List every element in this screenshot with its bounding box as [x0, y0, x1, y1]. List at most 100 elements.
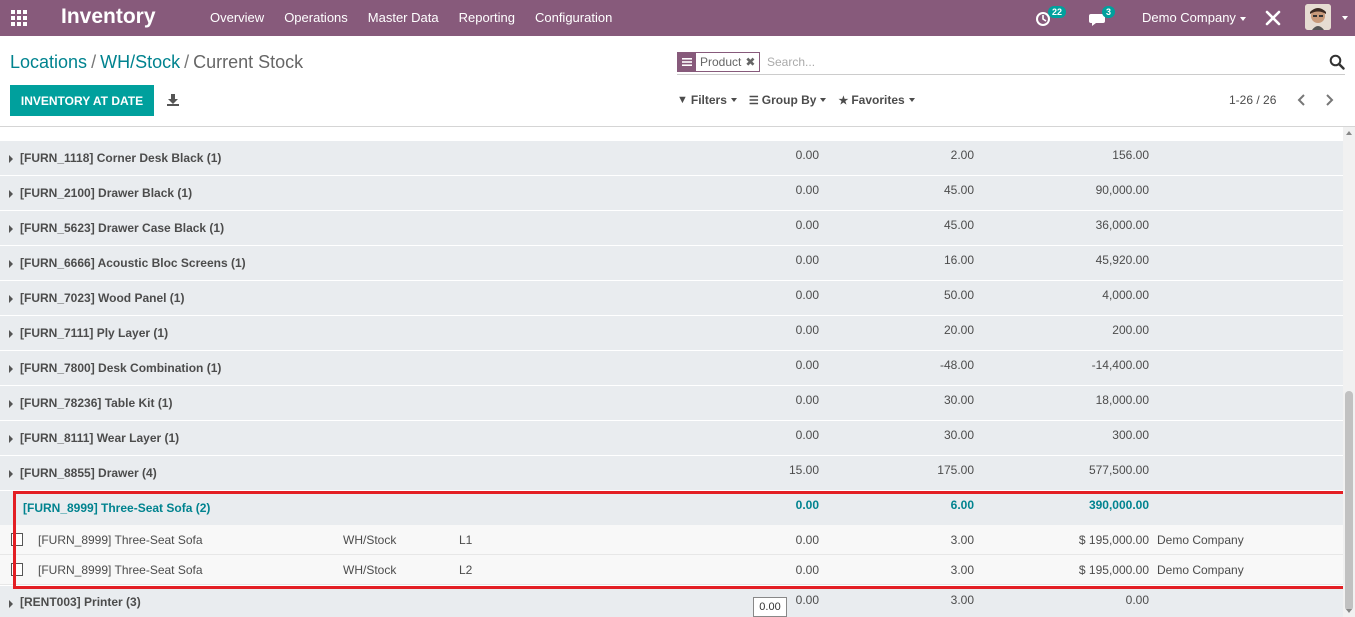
apps-grid-icon[interactable] [10, 9, 28, 27]
user-avatar[interactable] [1305, 4, 1331, 30]
menu-overview[interactable]: Overview [200, 0, 274, 36]
table-row[interactable]: [FURN_8999] Three-Seat Sofa WH/Stock L1 … [0, 525, 1343, 555]
group-quantity: -48.00 [939, 358, 974, 372]
filters-label: Filters [690, 93, 727, 107]
group-reserved: 0.00 [795, 393, 819, 407]
caret-right-icon [9, 470, 13, 478]
cell-company: Demo Company [1157, 563, 1244, 577]
favorites-label: Favorites [851, 93, 905, 107]
group-row[interactable]: [RENT003] Printer (3) 0.00 3.00 0.00 [0, 586, 1343, 617]
group-label: [FURN_1118] Corner Desk Black (1) [20, 151, 222, 165]
chevron-down-icon [730, 98, 737, 102]
group-reserved: 0.00 [795, 253, 819, 267]
cell-location: WH/Stock [343, 563, 397, 577]
chevron-down-icon [908, 98, 915, 102]
group-reserved: 0.00 [795, 218, 819, 232]
group-label: [FURN_7800] Desk Combination (1) [20, 361, 222, 375]
group-quantity: 45.00 [943, 183, 974, 197]
chat-badge: 3 [1102, 6, 1116, 18]
scrollbar-thumb[interactable] [1345, 391, 1353, 611]
breadcrumb-locations[interactable]: Locations [10, 52, 87, 72]
facet-label: Product [700, 55, 742, 69]
group-by-icon [678, 53, 696, 71]
caret-right-icon [9, 330, 13, 338]
group-value: 0.00 [1125, 593, 1149, 607]
group-label: [FURN_78236] Table Kit (1) [20, 396, 173, 410]
group-label: [FURN_8855] Drawer (4) [20, 466, 157, 480]
group-quantity: 30.00 [943, 428, 974, 442]
search-options: ▼ Filters ☰ Group By ★ Favorites [677, 93, 927, 107]
scroll-down-icon[interactable] [1346, 609, 1352, 613]
group-row-open[interactable]: [FURN_8999] Three-Seat Sofa (2) 0.00 6.0… [0, 491, 1343, 526]
group-value: 36,000.00 [1095, 218, 1149, 232]
group-row[interactable]: [FURN_7023] Wood Panel (1) 0.00 50.00 4,… [0, 281, 1343, 316]
download-icon[interactable] [166, 93, 180, 107]
caret-right-icon [9, 225, 13, 233]
facet-remove-icon[interactable]: ✖ [745, 55, 759, 69]
chevron-right-icon[interactable] [1321, 92, 1337, 108]
group-reserved: 0.00 [795, 288, 819, 302]
pager-value[interactable]: 1-26 / 26 [1229, 93, 1276, 107]
avatar-image [1305, 4, 1331, 30]
menu-configuration[interactable]: Configuration [525, 0, 622, 36]
group-value: 18,000.00 [1095, 393, 1149, 407]
group-row[interactable]: [FURN_7800] Desk Combination (1) 0.00 -4… [0, 351, 1343, 386]
list-icon: ☰ [748, 94, 759, 107]
cell-reserved: 0.00 [795, 563, 819, 577]
cell-reserved: 0.00 [795, 533, 819, 547]
group-reserved: 0.00 [795, 593, 819, 607]
row-checkbox[interactable] [11, 533, 23, 546]
chevron-down-icon [1239, 16, 1246, 21]
vertical-scrollbar[interactable] [1343, 127, 1355, 617]
group-label: [FURN_8111] Wear Layer (1) [20, 431, 180, 445]
group-row[interactable]: [FURN_1118] Corner Desk Black (1) 0.00 2… [0, 141, 1343, 176]
group-row[interactable]: [FURN_7111] Ply Layer (1) 0.00 20.00 200… [0, 316, 1343, 351]
group-reserved: 0.00 [795, 428, 819, 442]
top-navbar: Inventory Overview Operations Master Dat… [0, 0, 1355, 36]
scroll-up-icon[interactable] [1346, 131, 1352, 135]
group-value: -14,400.00 [1091, 358, 1149, 372]
breadcrumb-wh-stock[interactable]: WH/Stock [100, 52, 180, 72]
group-value: 4,000.00 [1102, 288, 1149, 302]
group-quantity: 45.00 [943, 218, 974, 232]
caret-right-icon [9, 295, 13, 303]
group-row[interactable]: [FURN_5623] Drawer Case Black (1) 0.00 4… [0, 211, 1343, 246]
group-row[interactable]: [FURN_78236] Table Kit (1) 0.00 30.00 18… [0, 386, 1343, 421]
caret-right-icon [9, 435, 13, 443]
row-checkbox[interactable] [11, 563, 23, 576]
group-row[interactable]: [FURN_8855] Drawer (4) 15.00 175.00 577,… [0, 456, 1343, 491]
cell-quantity: 3.00 [950, 533, 974, 547]
group-value: 90,000.00 [1095, 183, 1149, 197]
table-row[interactable]: [FURN_8999] Three-Seat Sofa WH/Stock L2 … [0, 555, 1343, 585]
activity-button[interactable]: 22 [1035, 6, 1067, 29]
menu-master-data[interactable]: Master Data [358, 0, 449, 36]
chevron-left-icon[interactable] [1294, 92, 1310, 108]
activity-badge: 22 [1048, 6, 1067, 18]
group-label: [FURN_5623] Drawer Case Black (1) [20, 221, 225, 235]
group-by-label: Group By [761, 93, 817, 107]
caret-right-icon [9, 190, 13, 198]
cell-value: $ 195,000.00 [1078, 533, 1149, 547]
group-row[interactable]: [FURN_8111] Wear Layer (1) 0.00 30.00 30… [0, 421, 1343, 456]
caret-right-icon [9, 365, 13, 373]
app-title[interactable]: Inventory [61, 5, 156, 29]
menu-operations[interactable]: Operations [274, 0, 358, 36]
user-menu-chevron-icon[interactable] [1342, 16, 1348, 20]
breadcrumb: Locations / WH/Stock / Current Stock [10, 52, 303, 73]
search-input[interactable] [767, 51, 1307, 73]
tools-icon[interactable] [1264, 9, 1282, 27]
group-value: 200.00 [1112, 323, 1149, 337]
group-quantity: 30.00 [943, 393, 974, 407]
menu-reporting[interactable]: Reporting [449, 0, 525, 36]
messaging-button[interactable]: 3 [1089, 6, 1119, 29]
group-row[interactable]: [FURN_2100] Drawer Black (1) 0.00 45.00 … [0, 176, 1343, 211]
inventory-at-date-button[interactable]: INVENTORY AT DATE [10, 85, 154, 116]
group-by-dropdown[interactable]: ☰ Group By [749, 93, 827, 107]
favorites-dropdown[interactable]: ★ Favorites [838, 93, 915, 107]
filters-dropdown[interactable]: ▼ Filters [677, 93, 737, 107]
group-reserved: 0.00 [795, 358, 819, 372]
group-row[interactable]: [FURN_6666] Acoustic Bloc Screens (1) 0.… [0, 246, 1343, 281]
search-icon[interactable] [1329, 54, 1345, 70]
filter-icon: ▼ [677, 94, 688, 106]
company-switcher[interactable]: Demo Company [1142, 0, 1246, 36]
